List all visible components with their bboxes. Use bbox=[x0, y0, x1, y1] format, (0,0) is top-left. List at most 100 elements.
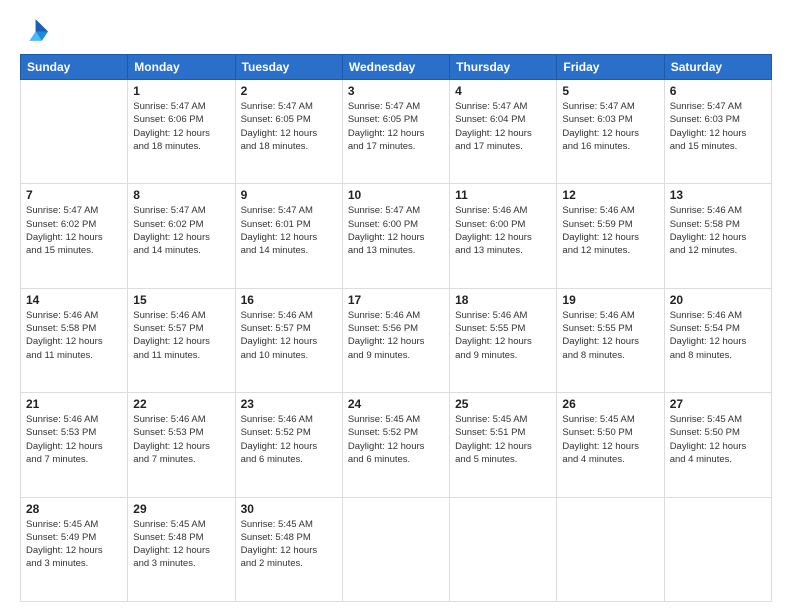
day-info: Sunrise: 5:45 AM Sunset: 5:52 PM Dayligh… bbox=[348, 413, 444, 466]
day-info: Sunrise: 5:46 AM Sunset: 5:57 PM Dayligh… bbox=[241, 309, 337, 362]
day-info: Sunrise: 5:46 AM Sunset: 5:55 PM Dayligh… bbox=[562, 309, 658, 362]
day-number: 17 bbox=[348, 293, 444, 307]
day-info: Sunrise: 5:46 AM Sunset: 5:52 PM Dayligh… bbox=[241, 413, 337, 466]
calendar-cell bbox=[450, 497, 557, 601]
day-number: 28 bbox=[26, 502, 122, 516]
calendar-cell: 30 Sunrise: 5:45 AM Sunset: 5:48 PM Dayli… bbox=[235, 497, 342, 601]
weekday-header-wednesday: Wednesday bbox=[342, 55, 449, 80]
logo bbox=[20, 16, 52, 44]
weekday-header-sunday: Sunday bbox=[21, 55, 128, 80]
calendar-cell bbox=[342, 497, 449, 601]
day-number: 19 bbox=[562, 293, 658, 307]
day-info: Sunrise: 5:47 AM Sunset: 6:04 PM Dayligh… bbox=[455, 100, 551, 153]
weekday-header-friday: Friday bbox=[557, 55, 664, 80]
day-info: Sunrise: 5:46 AM Sunset: 5:55 PM Dayligh… bbox=[455, 309, 551, 362]
week-row-4: 21 Sunrise: 5:46 AM Sunset: 5:53 PM Dayli… bbox=[21, 393, 772, 497]
day-number: 3 bbox=[348, 84, 444, 98]
calendar-cell bbox=[21, 80, 128, 184]
day-number: 4 bbox=[455, 84, 551, 98]
day-number: 14 bbox=[26, 293, 122, 307]
logo-icon bbox=[20, 16, 48, 44]
calendar-cell: 26Sunrise: 5:45 AM Sunset: 5:50 PM Dayli… bbox=[557, 393, 664, 497]
day-number: 5 bbox=[562, 84, 658, 98]
day-number: 26 bbox=[562, 397, 658, 411]
calendar-cell: 19 Sunrise: 5:46 AM Sunset: 5:55 PM Dayli… bbox=[557, 288, 664, 392]
day-number: 9 bbox=[241, 188, 337, 202]
day-number: 13 bbox=[670, 188, 766, 202]
day-info: Sunrise: 5:47 AM Sunset: 6:02 PM Dayligh… bbox=[133, 204, 229, 257]
calendar-cell: 1 Sunrise: 5:47 AM Sunset: 6:06 PM Daylig… bbox=[128, 80, 235, 184]
day-number: 21 bbox=[26, 397, 122, 411]
day-number: 22 bbox=[133, 397, 229, 411]
calendar-cell: 17 Sunrise: 5:46 AM Sunset: 5:56 PM Dayli… bbox=[342, 288, 449, 392]
day-info: Sunrise: 5:46 AM Sunset: 6:00 PM Dayligh… bbox=[455, 204, 551, 257]
day-number: 23 bbox=[241, 397, 337, 411]
calendar-cell: 18 Sunrise: 5:46 AM Sunset: 5:55 PM Dayli… bbox=[450, 288, 557, 392]
day-info: Sunrise: 5:47 AM Sunset: 6:03 PM Dayligh… bbox=[562, 100, 658, 153]
calendar-cell: 10 Sunrise: 5:47 AM Sunset: 6:00 PM Dayli… bbox=[342, 184, 449, 288]
day-info: Sunrise: 5:45 AM Sunset: 5:48 PM Dayligh… bbox=[133, 518, 229, 571]
calendar-cell: 11 Sunrise: 5:46 AM Sunset: 6:00 PM Dayli… bbox=[450, 184, 557, 288]
day-number: 7 bbox=[26, 188, 122, 202]
calendar-cell: 8 Sunrise: 5:47 AM Sunset: 6:02 PM Daylig… bbox=[128, 184, 235, 288]
day-info: Sunrise: 5:47 AM Sunset: 6:00 PM Dayligh… bbox=[348, 204, 444, 257]
calendar-cell: 28 Sunrise: 5:45 AM Sunset: 5:49 PM Dayli… bbox=[21, 497, 128, 601]
day-number: 25 bbox=[455, 397, 551, 411]
day-info: Sunrise: 5:46 AM Sunset: 5:54 PM Dayligh… bbox=[670, 309, 766, 362]
calendar-table: SundayMondayTuesdayWednesdayThursdayFrid… bbox=[20, 54, 772, 602]
calendar-cell: 27 Sunrise: 5:45 AM Sunset: 5:50 PM Dayli… bbox=[664, 393, 771, 497]
day-info: Sunrise: 5:46 AM Sunset: 5:59 PM Dayligh… bbox=[562, 204, 658, 257]
page: SundayMondayTuesdayWednesdayThursdayFrid… bbox=[0, 0, 792, 612]
calendar-cell bbox=[664, 497, 771, 601]
calendar-cell: 12 Sunrise: 5:46 AM Sunset: 5:59 PM Dayli… bbox=[557, 184, 664, 288]
weekday-header-monday: Monday bbox=[128, 55, 235, 80]
day-info: Sunrise: 5:46 AM Sunset: 5:58 PM Dayligh… bbox=[670, 204, 766, 257]
day-number: 27 bbox=[670, 397, 766, 411]
day-number: 15 bbox=[133, 293, 229, 307]
calendar-cell: 6 Sunrise: 5:47 AM Sunset: 6:03 PM Daylig… bbox=[664, 80, 771, 184]
calendar-cell: 14Sunrise: 5:46 AM Sunset: 5:58 PM Dayli… bbox=[21, 288, 128, 392]
day-info: Sunrise: 5:45 AM Sunset: 5:49 PM Dayligh… bbox=[26, 518, 122, 571]
day-info: Sunrise: 5:46 AM Sunset: 5:56 PM Dayligh… bbox=[348, 309, 444, 362]
day-number: 20 bbox=[670, 293, 766, 307]
calendar-cell: 25 Sunrise: 5:45 AM Sunset: 5:51 PM Dayli… bbox=[450, 393, 557, 497]
day-number: 16 bbox=[241, 293, 337, 307]
day-info: Sunrise: 5:45 AM Sunset: 5:50 PM Dayligh… bbox=[670, 413, 766, 466]
weekday-header-tuesday: Tuesday bbox=[235, 55, 342, 80]
header bbox=[20, 16, 772, 44]
day-number: 11 bbox=[455, 188, 551, 202]
day-number: 10 bbox=[348, 188, 444, 202]
calendar-cell: 21 Sunrise: 5:46 AM Sunset: 5:53 PM Dayli… bbox=[21, 393, 128, 497]
day-info: Sunrise: 5:47 AM Sunset: 6:06 PM Dayligh… bbox=[133, 100, 229, 153]
day-number: 2 bbox=[241, 84, 337, 98]
day-info: Sunrise: 5:47 AM Sunset: 6:05 PM Dayligh… bbox=[241, 100, 337, 153]
day-number: 8 bbox=[133, 188, 229, 202]
day-number: 1 bbox=[133, 84, 229, 98]
day-info: Sunrise: 5:47 AM Sunset: 6:01 PM Dayligh… bbox=[241, 204, 337, 257]
day-info: Sunrise: 5:47 AM Sunset: 6:02 PM Dayligh… bbox=[26, 204, 122, 257]
day-number: 18 bbox=[455, 293, 551, 307]
calendar-cell: 23 Sunrise: 5:46 AM Sunset: 5:52 PM Dayli… bbox=[235, 393, 342, 497]
calendar-cell bbox=[557, 497, 664, 601]
day-number: 29 bbox=[133, 502, 229, 516]
day-info: Sunrise: 5:47 AM Sunset: 6:05 PM Dayligh… bbox=[348, 100, 444, 153]
day-info: Sunrise: 5:46 AM Sunset: 5:53 PM Dayligh… bbox=[26, 413, 122, 466]
day-info: Sunrise: 5:47 AM Sunset: 6:03 PM Dayligh… bbox=[670, 100, 766, 153]
day-info: Sunrise: 5:46 AM Sunset: 5:53 PM Dayligh… bbox=[133, 413, 229, 466]
calendar-cell: 7 Sunrise: 5:47 AM Sunset: 6:02 PM Daylig… bbox=[21, 184, 128, 288]
weekday-header-saturday: Saturday bbox=[664, 55, 771, 80]
calendar-cell: 16 Sunrise: 5:46 AM Sunset: 5:57 PM Dayli… bbox=[235, 288, 342, 392]
calendar-cell: 15Sunrise: 5:46 AM Sunset: 5:57 PM Dayli… bbox=[128, 288, 235, 392]
calendar-cell: 22 Sunrise: 5:46 AM Sunset: 5:53 PM Dayli… bbox=[128, 393, 235, 497]
day-number: 12 bbox=[562, 188, 658, 202]
week-row-3: 14Sunrise: 5:46 AM Sunset: 5:58 PM Dayli… bbox=[21, 288, 772, 392]
day-number: 6 bbox=[670, 84, 766, 98]
day-info: Sunrise: 5:45 AM Sunset: 5:51 PM Dayligh… bbox=[455, 413, 551, 466]
day-number: 30 bbox=[241, 502, 337, 516]
calendar-cell: 24Sunrise: 5:45 AM Sunset: 5:52 PM Dayli… bbox=[342, 393, 449, 497]
week-row-2: 7 Sunrise: 5:47 AM Sunset: 6:02 PM Daylig… bbox=[21, 184, 772, 288]
calendar-cell: 20 Sunrise: 5:46 AM Sunset: 5:54 PM Dayli… bbox=[664, 288, 771, 392]
calendar-cell: 3 Sunrise: 5:47 AM Sunset: 6:05 PM Daylig… bbox=[342, 80, 449, 184]
weekday-header-thursday: Thursday bbox=[450, 55, 557, 80]
day-info: Sunrise: 5:45 AM Sunset: 5:48 PM Dayligh… bbox=[241, 518, 337, 571]
